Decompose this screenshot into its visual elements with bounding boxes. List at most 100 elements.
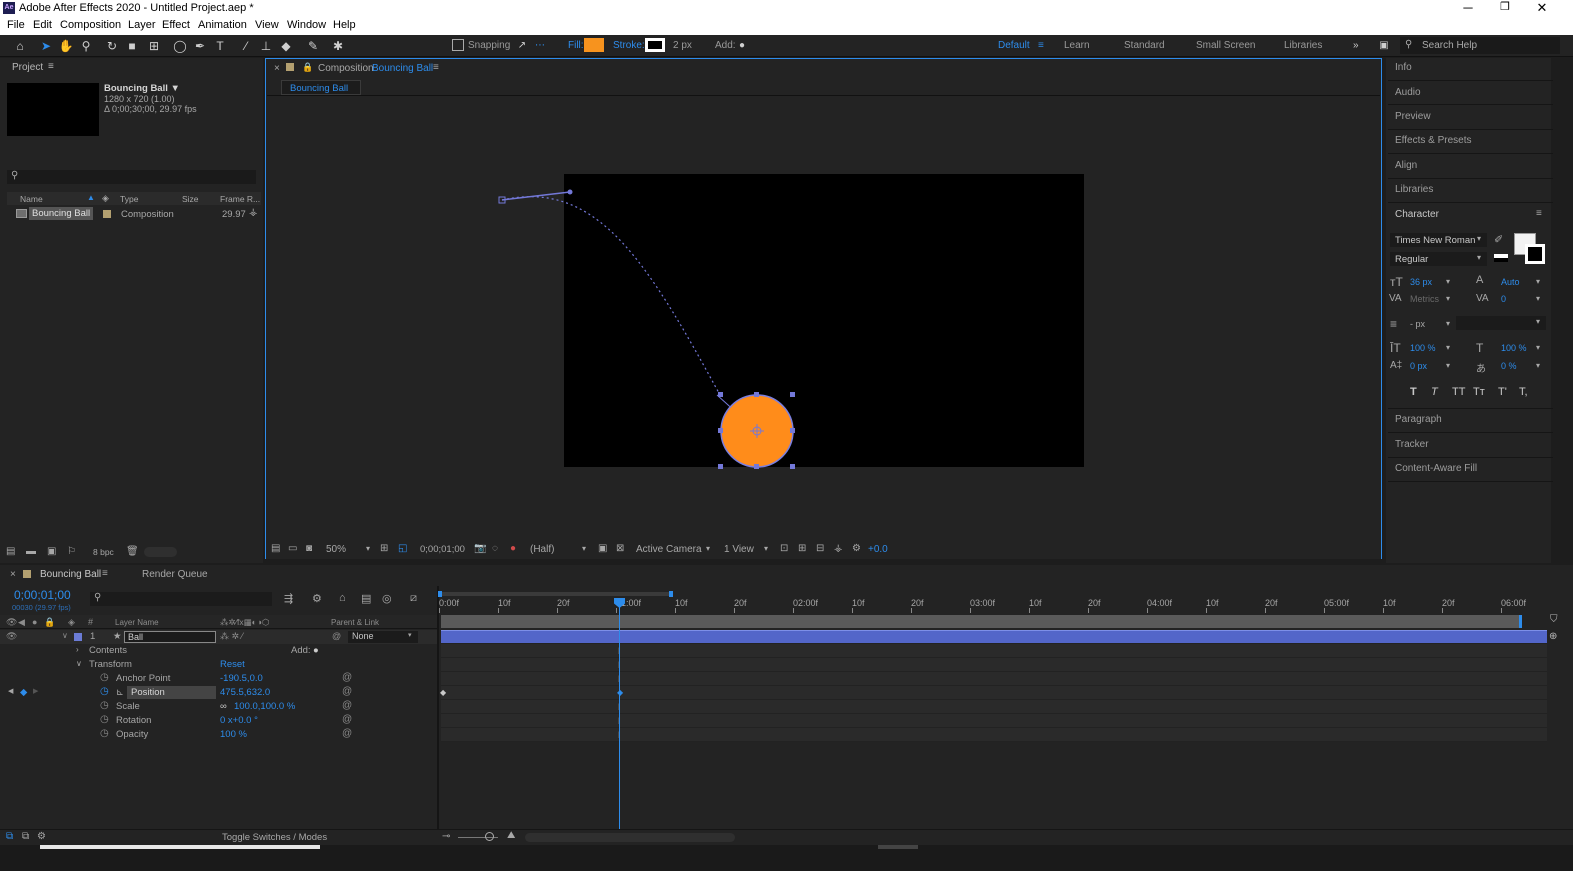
add-content-icon[interactable]: ● [313,645,319,656]
comp-mini-flowchart-icon[interactable]: ⇶ [284,592,293,605]
restore-button[interactable]: ❐ [1490,0,1520,13]
workspace-standard[interactable]: Standard [1124,40,1165,51]
workspace-libraries[interactable]: Libraries [1284,40,1322,51]
collapse-chevron-icon[interactable]: › [76,645,79,654]
work-area-end-marker[interactable] [1519,615,1522,628]
rotate-tool-icon[interactable]: ↻ [104,38,120,54]
time-navigator[interactable] [525,833,735,842]
parent-dropdown[interactable]: None ▾ [348,631,418,643]
faux-italic-button[interactable]: T [1431,386,1438,398]
work-area-end-handle[interactable] [669,591,673,597]
subscript-button[interactable]: T, [1519,386,1528,398]
stroke-width[interactable]: 2 px [673,40,692,51]
pick-whip-icon[interactable]: @ [332,631,341,641]
info-panel-tab[interactable]: Info [1395,62,1412,73]
expand-chevron-icon[interactable]: ∨ [62,631,68,640]
menu-animation[interactable]: Animation [198,19,247,31]
toggle-transparency-icon[interactable]: ⊠ [616,543,624,554]
add-button-icon[interactable]: ● [734,38,750,54]
eye-icon[interactable]: 👁 [6,631,17,642]
snap-edges-icon[interactable]: ↗ [514,38,530,54]
anchor-point-value[interactable]: -190.5,0.0 [220,673,263,684]
bezier-handle-line[interactable] [501,191,571,201]
position-label-highlight[interactable]: Position [127,686,216,699]
horizontal-scrollbar[interactable] [40,845,320,849]
minimize-button[interactable]: ─ [1453,0,1483,15]
shy-layers-icon[interactable]: ⌂ [339,592,346,604]
menu-help[interactable]: Help [333,19,356,31]
menu-view[interactable]: View [255,19,279,31]
motion-blur-icon[interactable]: ◎ [382,592,392,605]
preview-panel-tab[interactable]: Preview [1395,111,1431,122]
col-type[interactable]: Type [120,194,138,204]
project-item-row[interactable]: Bouncing Ball Composition 29.97 ⚶ [7,207,261,221]
roto-brush-tool-icon[interactable]: ✎ [305,38,321,54]
exposure-icon[interactable]: ⚙ [852,543,861,554]
close-button[interactable]: ✕ [1527,0,1557,16]
font-size-value[interactable]: 36 px [1410,277,1432,287]
horizontal-scrollbar-thumb[interactable] [878,845,918,849]
font-family-dropdown[interactable]: Times New Roman ▾ [1390,233,1487,247]
reset-transform-link[interactable]: Reset [220,659,245,670]
type-tool-icon[interactable]: T [212,38,228,54]
project-panel-title[interactable]: Project [12,62,43,73]
faux-bold-button[interactable]: T [1410,386,1417,398]
audio-panel-tab[interactable]: Audio [1395,87,1421,98]
timeline-search-input[interactable]: ⚲ [90,592,272,606]
channel-icon[interactable]: ● [510,543,516,554]
menu-window[interactable]: Window [287,19,326,31]
anchor-point-row[interactable]: ◷ Anchor Point -190.5,0.0 @ [0,672,437,686]
position-keyframe-icon[interactable]: ◆ [440,688,446,697]
eyedropper-icon[interactable]: ✐ [1494,233,1503,246]
interpret-footage-icon[interactable]: ▤ [6,546,15,557]
opacity-row[interactable]: ◷ Opacity 100 % @ [0,728,437,742]
libraries-panel-tab[interactable]: Libraries [1395,184,1433,195]
project-search-input[interactable]: ⚲ [7,170,256,184]
resolution-dropdown[interactable]: (Half) [530,544,554,555]
brush-tool-icon[interactable]: ⁄ [238,38,254,54]
trash-icon[interactable]: 🗑 [126,546,139,557]
stroke-color-swatch[interactable] [1525,244,1545,264]
work-area-range[interactable] [441,615,1522,628]
zoom-tool-icon[interactable]: ⚲ [78,38,94,54]
paragraph-panel-tab[interactable]: Paragraph [1395,414,1442,425]
scale-row[interactable]: ◷ Scale ∞ 100.0,100.0 % @ [0,700,437,714]
keyframe-indicator-icon[interactable]: ◆ [20,687,27,698]
title-safe-icon[interactable]: ⊞ [380,543,388,554]
toggle-switches-modes-button[interactable]: Toggle Switches / Modes [222,832,327,843]
comp-marker-bin-icon[interactable]: ⛉ [1550,614,1558,625]
flowchart-icon[interactable]: ⚶ [834,543,843,554]
snap-features-icon[interactable]: ⋯ [532,38,548,54]
superscript-button[interactable]: T' [1498,386,1507,398]
content-aware-fill-panel-tab[interactable]: Content-Aware Fill [1395,463,1477,474]
render-time-toggle-icon[interactable]: ⚙ [37,831,46,842]
layer-name-field[interactable]: Ball [124,631,216,643]
transparency-grid-icon[interactable]: ◱ [398,543,407,554]
work-area-start-handle[interactable] [438,591,442,597]
layer-row[interactable]: 👁 ∨ 1 ★ Ball ⁂ ✲ ⁄ @ None ▾ [0,630,437,644]
character-panel-title[interactable]: Character [1395,209,1439,220]
leading-value[interactable]: Auto [1501,277,1520,287]
render-queue-tab[interactable]: Render Queue [142,569,208,580]
scale-value[interactable]: 100.0,100.0 % [234,701,295,712]
baseline-shift-value[interactable]: 0 px [1410,361,1427,371]
kerning-value[interactable]: Metrics [1410,294,1439,304]
col-size[interactable]: Size [182,194,199,204]
expression-pickwhip-icon[interactable]: @ [342,728,352,739]
mask-visibility-icon[interactable]: ◙ [306,543,312,554]
constrain-link-icon[interactable]: ∞ [220,701,227,712]
position-row[interactable]: ◀ ◆ ▶ ◷ ⊾ Position 475.5,632.0 @ [0,686,437,700]
col-name[interactable]: Name [20,194,43,204]
always-preview-icon[interactable]: ▤ [271,543,280,554]
next-keyframe-icon[interactable]: ▶ [33,687,38,695]
current-time-indicator[interactable] [619,600,620,829]
project-item-name[interactable]: Bouncing Ball [29,207,94,220]
transform-row[interactable]: ∨ Transform Reset [0,658,437,672]
tracking-value[interactable]: 0 [1501,294,1506,304]
show-snapshot-icon[interactable]: ◌ [492,543,498,554]
zoom-dropdown[interactable]: 50% [326,544,346,555]
layer-label-swatch[interactable] [74,633,82,641]
eraser-tool-icon[interactable]: ◆ [278,38,294,54]
stopwatch-icon[interactable]: ◷ [100,714,109,725]
new-folder-icon[interactable]: ▬ [26,546,36,557]
